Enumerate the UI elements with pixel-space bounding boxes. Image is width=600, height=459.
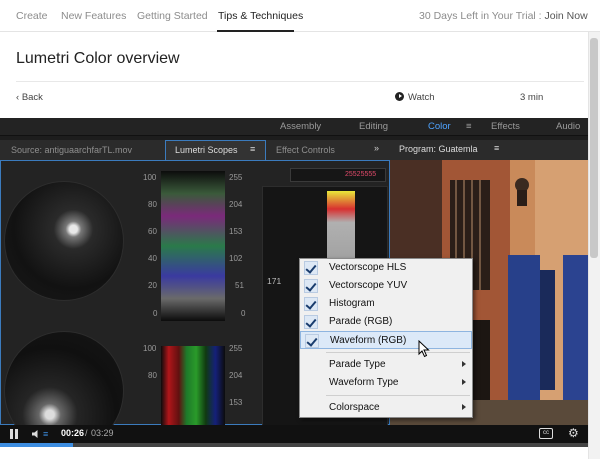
program-monitor-tab: Program: Guatemla ≡ [390,140,588,160]
workspace-bar: Assembly Editing Color ≡ Effects Audio [0,118,588,136]
menu-item-colorspace[interactable]: Colorspace [300,399,472,417]
play-circle-icon [395,92,404,101]
volume-icon[interactable] [31,429,41,439]
page-title: Lumetri Color overview [16,50,180,67]
menu-item-vectorscope-yuv[interactable]: Vectorscope YUV [300,277,472,295]
below-player-space [0,447,588,459]
waveform-rgb-display [161,171,225,321]
player-controls: ≡ 00:26 / 03:29 cc ⚙ [0,425,588,443]
panel-menu-icon: ≡ [250,144,256,154]
effect-controls-tab: Effect Controls » [266,140,390,160]
tab-tips-techniques[interactable]: Tips & Techniques [218,10,303,22]
top-navigation: Create New Features Getting Started Tips… [0,0,600,32]
parade-rgb-display [161,346,225,426]
submenu-arrow-icon [462,404,466,410]
wf-right-tick: 204 [229,200,243,209]
gear-icon[interactable]: ⚙ [568,426,579,440]
workspace-effects: Effects [491,121,520,132]
time-separator: / [85,428,88,438]
submenu-arrow-icon [462,361,466,367]
wf-left-tick: 40 [148,254,157,263]
effect-controls-label: Effect Controls [276,145,335,155]
checkmark-icon [304,279,318,293]
lower-right-tick: 255 [229,344,243,353]
chevron-left-icon: ‹ [16,92,20,103]
lower-left-tick: 100 [143,344,157,353]
checkmark-icon [304,261,318,275]
wf-left-tick: 0 [153,309,158,318]
checkmark-icon [304,315,318,329]
wf-right-tick: 51 [235,281,244,290]
tab-getting-started[interactable]: Getting Started [137,10,208,22]
double-chevron-right-icon: » [374,143,380,153]
active-tab-indicator [217,30,294,32]
mouse-cursor-icon [418,340,430,358]
workspace-color: Color [428,121,451,132]
menu-item-waveform-type[interactable]: Waveform Type [300,374,472,392]
program-tab-label: Program: Guatemla [399,144,478,154]
lower-right-tick: 204 [229,371,243,380]
back-link[interactable]: ‹ Back [16,92,43,103]
wf-right-tick: 0 [241,309,246,318]
wf-left-tick: 80 [148,200,157,209]
video-duration: 3 min [520,92,544,103]
source-tab-label: Source: antiguaarchfarTL.mov [11,145,133,155]
menu-separator [326,352,470,353]
parade-tick: 171 [267,276,282,286]
menu-separator [326,395,470,396]
parade-mini-label: 25525555 [345,171,377,178]
vectorscope-hls-display [4,181,124,301]
lumetri-scopes-label: Lumetri Scopes [175,145,238,155]
wf-right-tick: 255 [229,173,243,182]
divider [16,81,584,82]
source-panel-tab: Source: antiguaarchfarTL.mov [0,140,165,160]
tab-create[interactable]: Create [16,10,48,22]
lower-left-tick: 80 [148,371,157,380]
watch-label: Watch [408,92,435,103]
menu-item-histogram[interactable]: Histogram [300,295,472,313]
wf-left-tick: 60 [148,227,157,236]
video-player[interactable]: Assembly Editing Color ≡ Effects Audio S… [0,118,588,459]
hamburger-menu-icon: ≡ [466,121,472,132]
trial-text: 30 Days Left in Your Trial : [419,10,542,22]
menu-item-vectorscope-hls[interactable]: Vectorscope HLS [300,259,472,277]
lumetri-scopes-tab: Lumetri Scopes ≡ [165,140,266,160]
wf-right-tick: 102 [229,254,243,263]
back-label: Back [21,92,43,103]
program-menu-icon: ≡ [494,143,500,153]
lower-right-tick: 153 [229,398,243,407]
workspace-editing: Editing [359,121,389,132]
menu-item-waveform-rgb[interactable]: Waveform (RGB) [300,331,472,349]
watch-button[interactable]: Watch [395,92,435,103]
workspace-assembly: Assembly [280,121,322,132]
page-scrollbar-thumb[interactable] [590,38,598,258]
workspace-audio: Audio [556,121,581,132]
closed-captions-icon[interactable]: cc [539,428,553,439]
checkmark-icon [304,297,318,311]
wf-left-tick: 100 [143,173,157,182]
pause-icon[interactable] [10,429,13,439]
time-current: 00:26 [61,428,85,438]
time-total: 03:29 [91,428,114,438]
wf-right-tick: 153 [229,227,243,236]
menu-item-parade-rgb[interactable]: Parade (RGB) [300,313,472,331]
wf-left-tick: 20 [148,281,157,290]
volume-level-icon: ≡ [43,429,49,439]
trial-banner: 30 Days Left in Your Trial : Join Now [419,10,588,22]
join-now-link[interactable]: Join Now [545,10,588,22]
submenu-arrow-icon [462,379,466,385]
scopes-context-menu: Vectorscope HLS Vectorscope YUV Histogra… [299,258,473,418]
menu-item-parade-type[interactable]: Parade Type [300,356,472,374]
tab-new-features[interactable]: New Features [61,10,126,22]
checkmark-icon [305,334,319,348]
pause-icon-bar [15,429,18,439]
